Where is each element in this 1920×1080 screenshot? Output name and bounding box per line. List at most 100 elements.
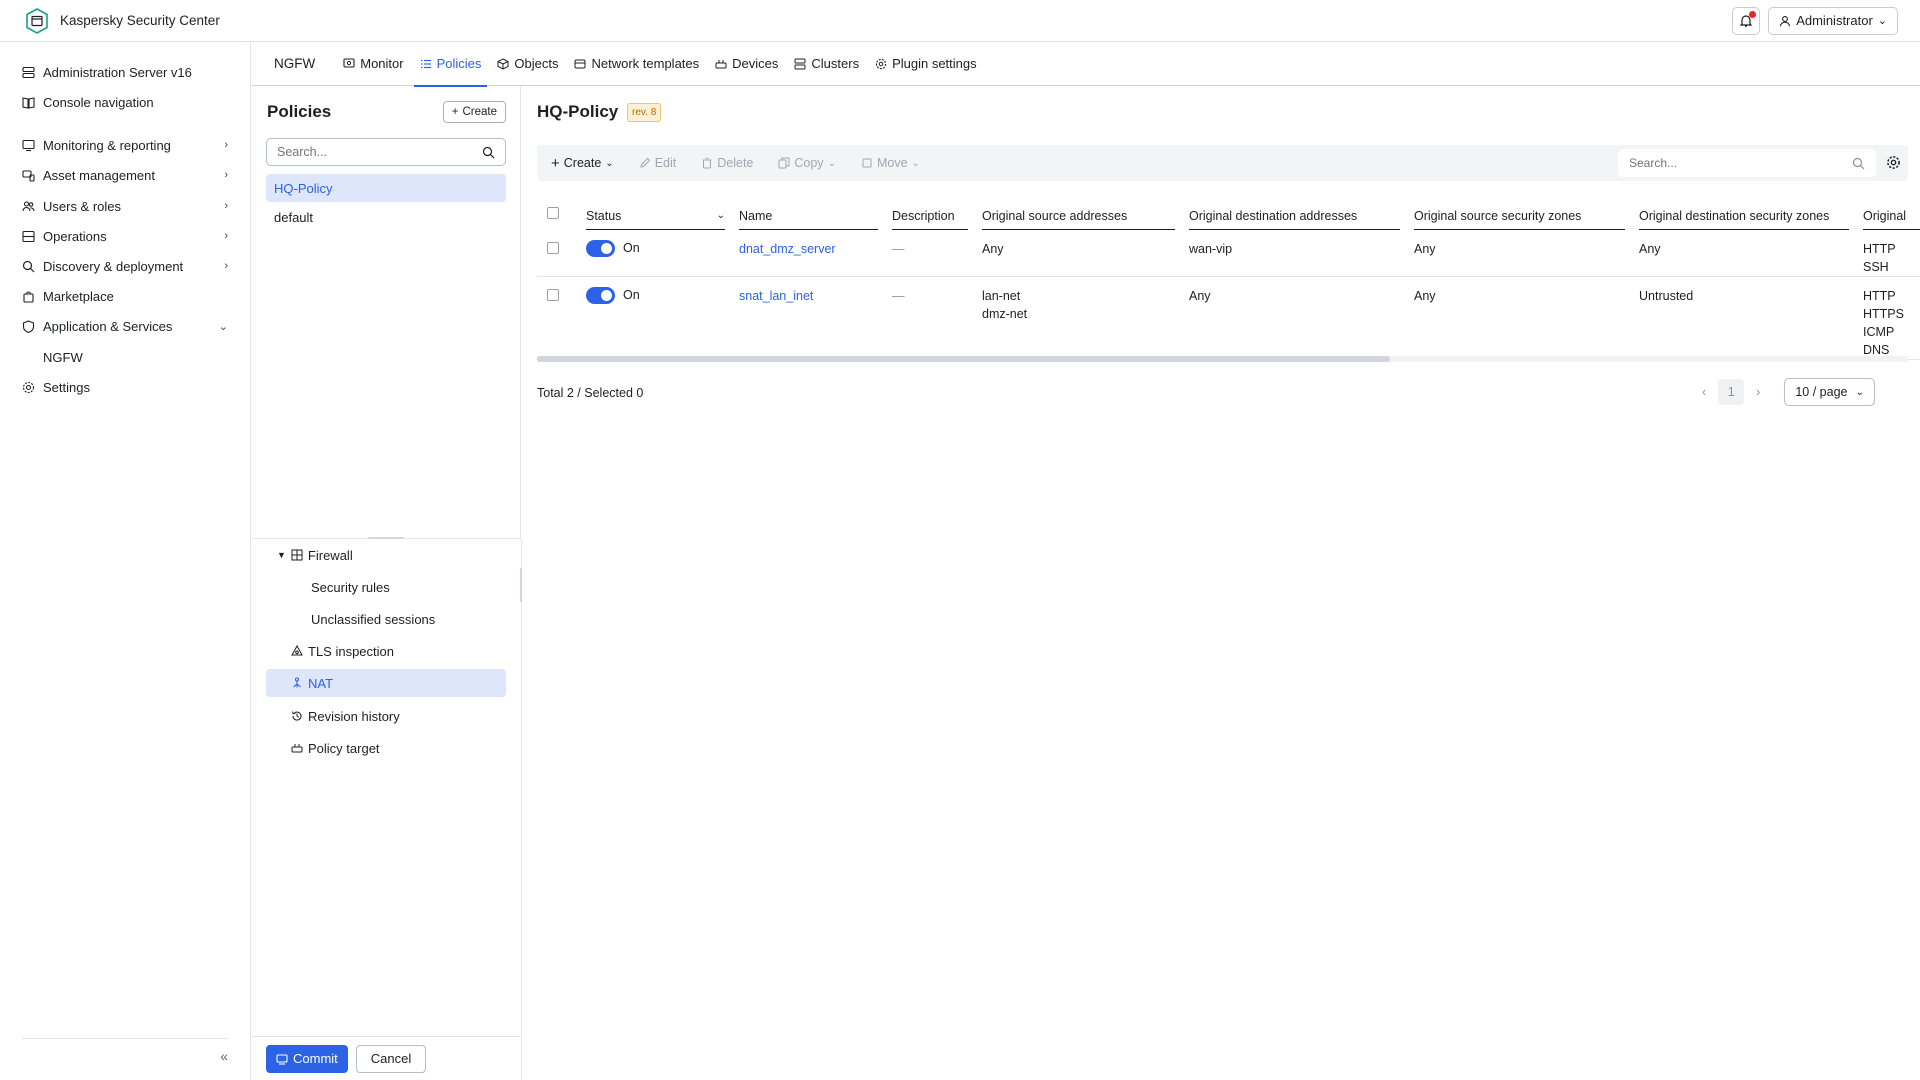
nav-label: Application & Services [43,318,173,334]
policy-item-hq-policy[interactable]: HQ-Policy [266,174,506,202]
tab-network-templates[interactable]: Network templates [568,42,705,86]
column-header-dst-zones: Original destination security zones [1639,208,1830,223]
tree-item-policy-target[interactable]: Policy target [291,734,380,762]
left-navigation: Administration Server v16 Console naviga… [0,42,251,1080]
tab-clusters[interactable]: Clusters [788,42,865,86]
row-checkbox[interactable] [547,289,559,301]
delete-button[interactable]: Delete [701,156,753,170]
tab-label: Monitor [360,56,404,71]
nav-item-users-roles[interactable]: Users & roles › [22,193,228,219]
table-row[interactable]: On snat_lan_inet — lan-net dmz-net Any A… [537,277,1920,360]
move-icon [862,158,872,168]
policies-title: Policies [267,102,332,121]
table-settings-gear-icon[interactable] [1886,155,1901,170]
rules-search-input[interactable] [1629,156,1852,170]
tree-item-revision-history[interactable]: Revision history [291,702,400,730]
nav-label: Monitoring & reporting [43,137,171,153]
history-icon [292,711,302,721]
nav-label: Settings [43,379,90,395]
nav-item-asset-management[interactable]: Asset management › [22,162,228,188]
search-icon[interactable] [482,146,495,159]
commit-button[interactable]: Commit [266,1044,348,1073]
scrollbar-thumb[interactable] [537,356,1390,362]
tab-policies[interactable]: Policies [413,42,488,87]
status-toggle[interactable] [586,239,615,257]
trash-icon [702,157,712,169]
chevron-down-icon: ⌄ [1877,15,1887,27]
search-icon [22,260,35,272]
search-icon[interactable] [1852,157,1865,170]
tab-label: Plugin settings [892,56,977,71]
tab-monitor[interactable]: Monitor [337,42,409,86]
select-all-checkbox[interactable] [547,207,559,219]
tree-item-unclassified-sessions[interactable]: Unclassified sessions [311,605,435,633]
table-row[interactable]: On dnat_dmz_server — Any wan-vip Any Any… [537,230,1920,277]
row-checkbox[interactable] [547,242,559,254]
policy-search-input[interactable] [277,145,482,159]
user-menu-button[interactable]: Administrator ⌄ [1768,6,1898,35]
nav-item-application-services[interactable]: Application & Services ⌄ [22,313,228,339]
policy-search-field [266,138,506,166]
nav-item-marketplace[interactable]: Marketplace [22,283,228,309]
grid-icon [291,549,303,561]
nav-item-settings[interactable]: Settings [22,374,228,400]
chevron-right-icon: › [224,169,228,181]
cancel-button[interactable]: Cancel [355,1044,427,1073]
nav-item-monitoring-reporting[interactable]: Monitoring & reporting › [22,132,228,158]
revision-badge: rev. 8 [627,103,662,122]
tree-label: Revision history [308,708,400,724]
edit-label: Edit [654,156,677,170]
tab-objects[interactable]: Objects [491,42,564,86]
nav-item-operations[interactable]: Operations › [22,223,228,249]
filter-chevron-icon[interactable]: ⌄ [717,210,725,221]
device-icon [715,59,727,68]
tree-item-tls-inspection[interactable]: TLS inspection [291,637,394,665]
create-policy-button[interactable]: + Create [442,101,506,123]
nav-item-discovery-deployment[interactable]: Discovery & deployment › [22,253,228,279]
caret-down-icon: ▼ [277,550,286,560]
rule-src-zones: Any [1414,289,1436,303]
tree-label: Firewall [307,547,353,563]
column-header-src-addresses: Original source addresses [982,208,1128,223]
nat-toolbar: + Create ⌄ Edit Delete Copy ⌄ Move ⌄ [537,145,1908,181]
cluster-icon [794,58,806,69]
move-button[interactable]: Move ⌄ [861,156,920,170]
page-number[interactable]: 1 [1718,379,1745,405]
copy-button[interactable]: Copy ⌄ [778,156,836,170]
notifications-button[interactable] [1732,6,1761,35]
nav-item-console-navigation[interactable]: Console navigation [22,89,228,115]
rule-name-link[interactable]: snat_lan_inet [739,289,813,303]
book-icon [22,96,35,109]
policy-item-default[interactable]: default [266,203,506,231]
next-page-icon[interactable]: › [1756,385,1760,399]
shield-icon [22,319,35,333]
monitor-icon [22,139,35,151]
chevron-right-icon: › [224,230,228,242]
devices-icon [22,169,35,182]
edit-button[interactable]: Edit [639,156,677,170]
prev-page-icon[interactable]: ‹ [1702,385,1706,399]
status-toggle[interactable] [586,286,615,304]
horizontal-scrollbar[interactable] [537,356,1908,362]
nat-icon [293,677,301,688]
nav-item-ngfw[interactable]: NGFW [22,344,228,370]
rule-description: — [892,289,905,303]
collapse-sidebar-button[interactable]: « [220,1048,228,1064]
nav-label: Discovery & deployment [43,258,184,274]
delete-label: Delete [717,156,754,170]
list-icon [420,59,431,68]
user-icon [1780,15,1791,26]
rule-name-link[interactable]: dnat_dmz_server [739,242,836,256]
create-rule-button[interactable]: + Create ⌄ [551,155,614,172]
tab-devices[interactable]: Devices [709,42,784,86]
tree-item-security-rules[interactable]: Security rules [311,573,390,601]
tree-item-firewall[interactable]: ▼ Firewall [277,541,353,569]
tab-plugin-settings[interactable]: Plugin settings [869,42,983,86]
chevron-right-icon: › [224,139,228,151]
tab-label: Devices [732,56,779,71]
copy-label: Copy [794,156,824,170]
tree-item-nat[interactable]: NAT [266,669,506,697]
page-size-select[interactable]: 10 / page ⌄ [1784,378,1875,406]
nav-item-administration-server[interactable]: Administration Server v16 [22,59,228,85]
nat-rules-table: Status ⌄ Name Description Original source… [537,197,1920,360]
